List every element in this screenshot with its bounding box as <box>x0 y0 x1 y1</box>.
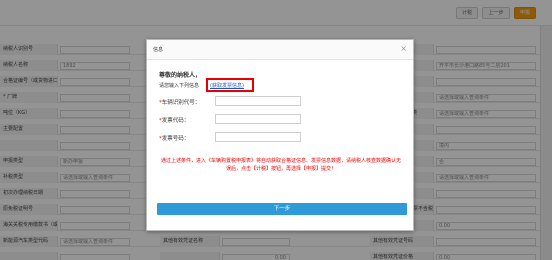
close-icon[interactable]: × <box>400 44 407 53</box>
next-step-button[interactable]: 下一步 <box>157 203 407 215</box>
dialog-title: 信息 <box>153 47 164 53</box>
info-dialog: 信息 × 尊敬的纳税人， 请您输入下列信息 (获取发票信息) *车辆识别代号： … <box>146 39 414 231</box>
invoice-number-label: *发票号码： <box>159 136 190 142</box>
notice-text: 通过上述条件，进入《车辆购置税申报表》将自动获取合格证信息、发票信息数据，请纳税… <box>160 158 401 172</box>
greeting-text: 尊敬的纳税人， <box>159 72 202 79</box>
vin-input[interactable] <box>215 96 301 106</box>
get-invoice-info-link[interactable]: (获取发票信息) <box>210 82 244 89</box>
invoice-number-input[interactable] <box>215 132 301 142</box>
prompt-text: 请您输入下列信息 <box>159 83 200 89</box>
vin-label: *车辆识别代号： <box>159 100 201 106</box>
dialog-header: 信息 × <box>147 40 413 60</box>
invoice-code-input[interactable] <box>215 114 301 124</box>
invoice-code-label: *发票代码： <box>159 118 190 124</box>
